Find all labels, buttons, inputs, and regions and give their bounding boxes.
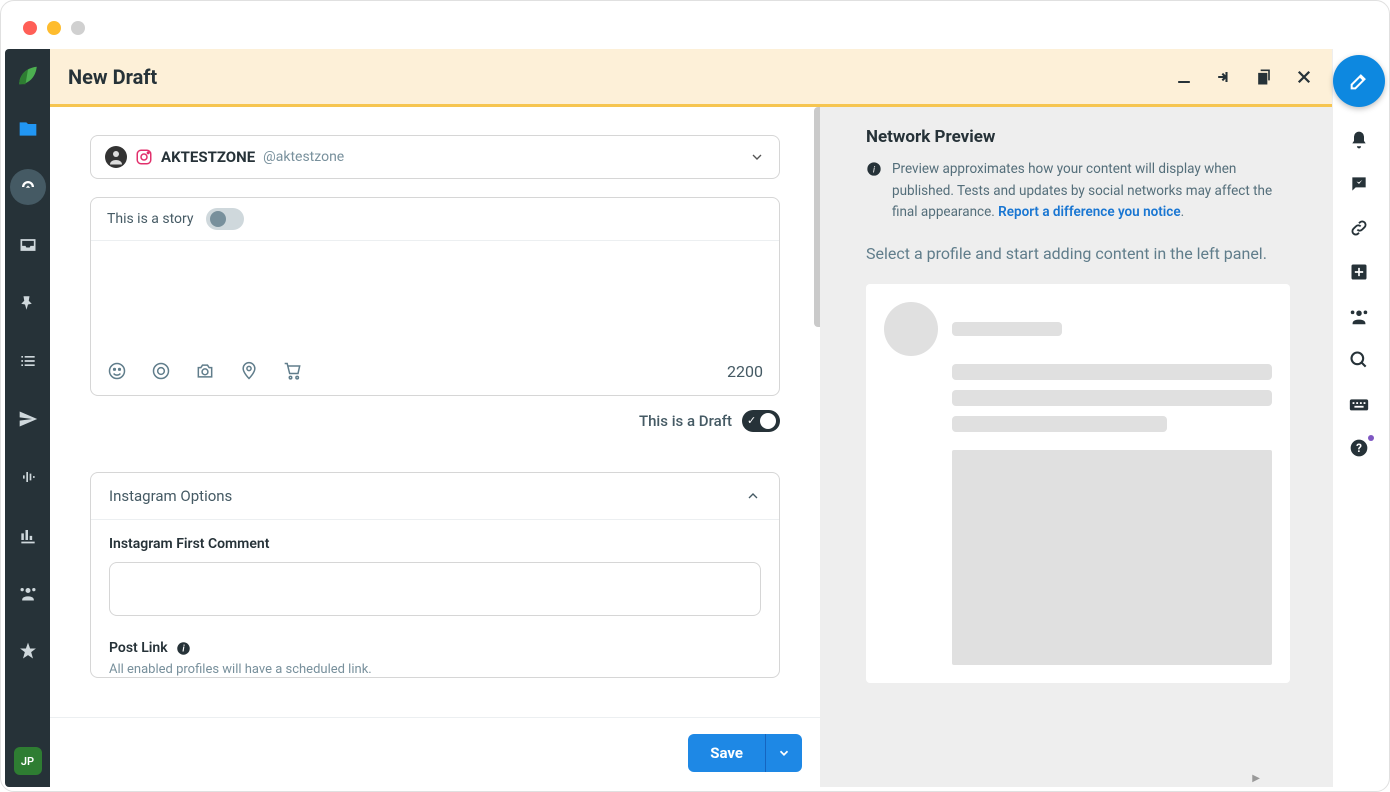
story-label: This is a story xyxy=(107,211,194,227)
scrollbar[interactable] xyxy=(814,107,820,327)
app-content: JP New Draft xyxy=(5,49,1385,787)
compose-column: AKTESTZONE @aktestzone This is a story xyxy=(50,107,820,787)
profile-handle: @aktestzone xyxy=(263,149,344,165)
preview-period: . xyxy=(1181,204,1185,220)
close-window-button[interactable] xyxy=(23,21,37,35)
nav-inbox-icon[interactable] xyxy=(10,227,46,263)
minimize-icon[interactable] xyxy=(1174,67,1194,87)
body: AKTESTZONE @aktestzone This is a story xyxy=(50,107,1332,787)
page-title: New Draft xyxy=(68,65,157,89)
cart-icon[interactable] xyxy=(283,361,303,381)
first-comment-label: Instagram First Comment xyxy=(109,536,761,552)
app-window: JP New Draft xyxy=(0,0,1390,792)
story-toggle-row: This is a story xyxy=(91,198,779,241)
feedback-icon[interactable] xyxy=(1348,173,1370,195)
copy-icon[interactable] xyxy=(1254,67,1274,87)
window-controls xyxy=(23,21,85,35)
close-icon[interactable] xyxy=(1294,67,1314,87)
first-comment-input[interactable] xyxy=(109,562,761,616)
post-link-label: Post Link xyxy=(109,640,168,656)
nav-analytics-icon[interactable] xyxy=(10,517,46,553)
report-difference-link[interactable]: Report a difference you notice xyxy=(998,204,1180,220)
draft-toggle-row: This is a Draft ✓ xyxy=(90,410,780,432)
preview-column: Network Preview i Preview approximates h… xyxy=(820,107,1332,787)
save-dropdown-button[interactable] xyxy=(766,734,802,772)
skeleton-image xyxy=(952,450,1272,665)
location-icon[interactable] xyxy=(239,361,259,381)
user-avatar[interactable]: JP xyxy=(14,747,42,775)
nav-folder-icon[interactable] xyxy=(10,111,46,147)
notifications-icon[interactable] xyxy=(1348,129,1370,151)
preview-info: i Preview approximates how your content … xyxy=(866,159,1290,224)
notification-dot xyxy=(1368,435,1374,441)
target-icon[interactable] xyxy=(151,361,171,381)
chevron-up-icon xyxy=(745,488,761,504)
people-icon[interactable] xyxy=(1348,305,1370,327)
compose-toolbar: 2200 xyxy=(91,351,779,395)
nav-star-icon[interactable] xyxy=(10,633,46,669)
post-link-description: All enabled profiles will have a schedul… xyxy=(109,662,761,677)
right-rail: ? xyxy=(1332,49,1385,787)
compose-fab-button[interactable] xyxy=(1333,55,1385,107)
char-count: 2200 xyxy=(727,362,763,381)
add-box-icon[interactable] xyxy=(1348,261,1370,283)
search-icon[interactable] xyxy=(1348,349,1370,371)
compose-area: AKTESTZONE @aktestzone This is a story xyxy=(50,107,820,691)
chevron-down-icon xyxy=(749,149,765,165)
svg-text:?: ? xyxy=(1356,441,1362,455)
instagram-options-panel: Instagram Options Instagram First Commen… xyxy=(90,472,780,678)
header-actions xyxy=(1174,67,1314,87)
info-icon: i xyxy=(866,161,882,177)
left-nav: JP xyxy=(5,49,50,787)
header-bar: New Draft xyxy=(50,49,1332,107)
skeleton-avatar xyxy=(884,302,938,356)
compose-textarea[interactable] xyxy=(91,241,779,351)
keyboard-icon[interactable] xyxy=(1348,393,1370,415)
skeleton-line xyxy=(952,416,1167,432)
profile-name: AKTESTZONE xyxy=(161,148,255,166)
sprout-logo-icon xyxy=(12,57,44,89)
footer-bar: Save xyxy=(50,717,820,787)
profile-selector[interactable]: AKTESTZONE @aktestzone xyxy=(90,135,780,179)
minimize-window-button[interactable] xyxy=(47,21,61,35)
help-icon[interactable]: ? xyxy=(1348,437,1370,459)
skeleton-line xyxy=(952,390,1272,406)
instagram-options-header[interactable]: Instagram Options xyxy=(91,473,779,520)
main-panel: New Draft xyxy=(50,49,1332,787)
skeleton-line xyxy=(952,364,1272,380)
emoji-icon[interactable] xyxy=(107,361,127,381)
save-button[interactable]: Save xyxy=(688,734,766,772)
camera-icon[interactable] xyxy=(195,361,215,381)
preview-title: Network Preview xyxy=(866,127,1290,147)
save-button-group: Save xyxy=(688,734,802,772)
profile-avatar-icon xyxy=(105,146,127,168)
preview-skeleton-card xyxy=(866,284,1290,683)
nav-pin-icon[interactable] xyxy=(10,285,46,321)
info-icon[interactable]: i xyxy=(176,641,191,656)
nav-list-icon[interactable] xyxy=(10,343,46,379)
story-toggle[interactable] xyxy=(206,208,244,230)
composer-box: This is a story xyxy=(90,197,780,396)
nav-people-icon[interactable] xyxy=(10,575,46,611)
maximize-window-button[interactable] xyxy=(71,21,85,35)
nav-audio-icon[interactable] xyxy=(10,459,46,495)
draft-label: This is a Draft xyxy=(639,412,732,430)
instagram-icon xyxy=(135,148,153,166)
link-icon[interactable] xyxy=(1348,217,1370,239)
preview-prompt: Select a profile and start adding conten… xyxy=(866,242,1290,266)
draft-toggle[interactable]: ✓ xyxy=(742,410,780,432)
nav-send-icon[interactable] xyxy=(10,401,46,437)
instagram-options-title: Instagram Options xyxy=(109,487,232,505)
skeleton-name xyxy=(952,322,1062,336)
nav-dashboard-icon[interactable] xyxy=(10,169,46,205)
collapse-right-icon[interactable] xyxy=(1214,67,1234,87)
